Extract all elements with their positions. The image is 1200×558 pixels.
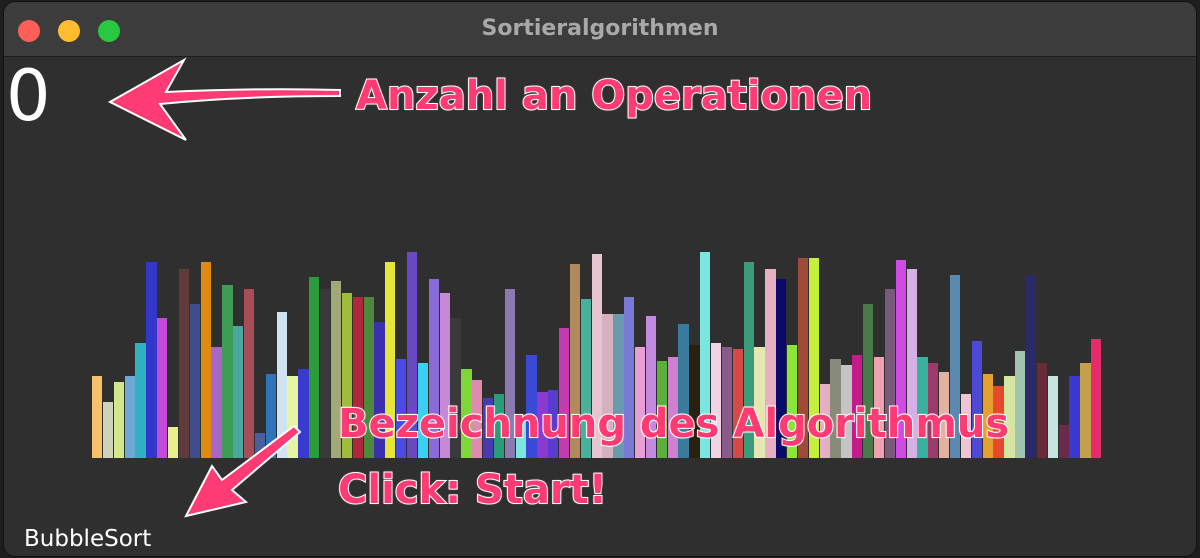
click-annotation: Click: Start! xyxy=(337,466,608,514)
sort-bar xyxy=(276,311,287,458)
title-bar[interactable]: Sortieralgorithmen xyxy=(4,2,1196,57)
sort-bar xyxy=(298,369,309,458)
sort-bar xyxy=(92,375,103,458)
sort-bar xyxy=(254,433,266,458)
sort-bar xyxy=(124,375,135,458)
sort-bar xyxy=(1047,375,1058,458)
sort-bar xyxy=(1015,350,1026,458)
sort-bar xyxy=(102,402,114,458)
sort-bar xyxy=(320,289,331,458)
sort-bar xyxy=(1069,375,1080,458)
sort-bar xyxy=(211,346,222,458)
sort-bar xyxy=(168,427,179,458)
sort-bar xyxy=(189,303,200,458)
algorithm-annotation: Bezeichnung des Algorithmus xyxy=(337,400,1010,448)
sort-bar xyxy=(178,268,190,458)
sort-bar xyxy=(222,285,233,458)
sort-bar xyxy=(244,289,255,458)
sort-bar xyxy=(233,326,244,458)
sort-bar xyxy=(157,317,168,458)
window-title: Sortieralgorithmen xyxy=(481,16,719,41)
operation-counter: 0 xyxy=(6,55,51,137)
operations-annotation: Anzahl an Operationen xyxy=(355,72,873,120)
sort-bar xyxy=(265,373,276,458)
sort-bar xyxy=(146,262,157,458)
sort-bar xyxy=(113,381,124,458)
sort-bar xyxy=(287,375,298,458)
sort-bar xyxy=(1025,274,1037,458)
sort-bar xyxy=(1080,363,1091,458)
sort-bar xyxy=(1091,338,1102,458)
sort-bar xyxy=(135,342,146,458)
algorithm-name[interactable]: BubbleSort xyxy=(24,526,151,552)
sort-bar xyxy=(309,276,320,458)
sort-bar xyxy=(1036,363,1048,458)
sort-bar xyxy=(1058,425,1069,458)
sort-bar xyxy=(200,262,211,458)
